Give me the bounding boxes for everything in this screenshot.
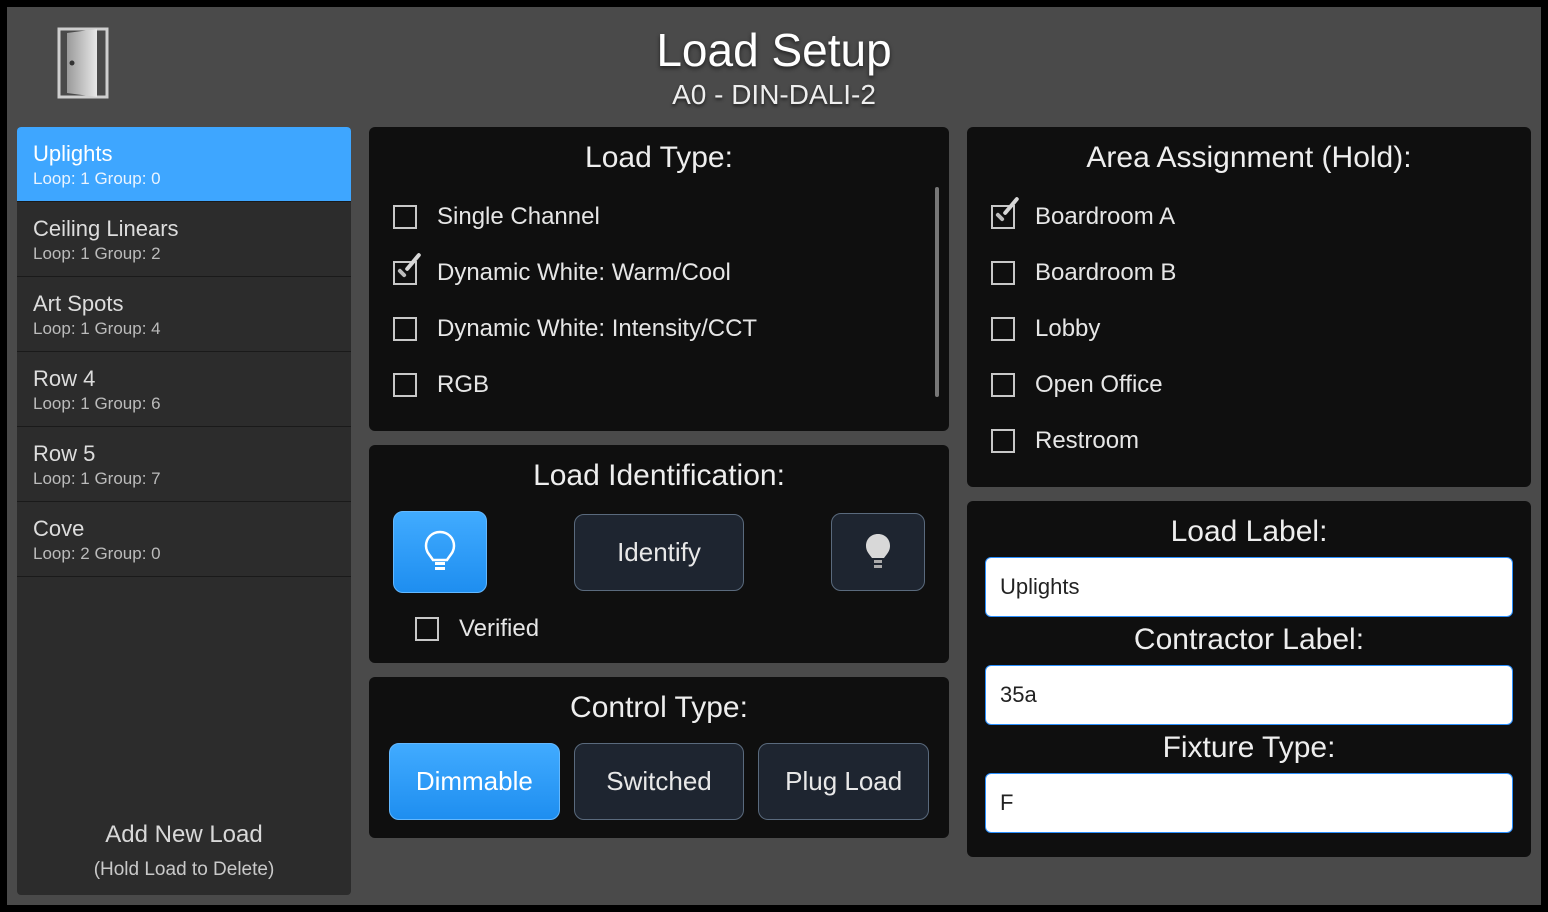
area-option-label: Open Office <box>1035 371 1163 399</box>
area-option-label: Boardroom A <box>1035 203 1175 231</box>
load-item-name: Cove <box>33 516 335 542</box>
fixture-type-title: Fixture Type: <box>985 731 1513 765</box>
add-new-load-button[interactable]: Add New Load <box>27 821 341 849</box>
contractor-label-input[interactable] <box>985 665 1513 725</box>
load-type-option-label: Dynamic White: Intensity/CCT <box>437 315 757 343</box>
door-exit-icon <box>57 27 109 99</box>
load-item-name: Uplights <box>33 141 335 167</box>
load-type-option-label: Single Channel <box>437 203 600 231</box>
area-option[interactable]: Restroom <box>985 413 1513 469</box>
load-type-option[interactable]: RGB <box>387 357 931 413</box>
load-list-item[interactable]: Art SpotsLoop: 1 Group: 4 <box>17 277 351 352</box>
fixture-type-input[interactable] <box>985 773 1513 833</box>
control-type-title: Control Type: <box>387 691 931 725</box>
control-type-panel: Control Type: Dimmable Switched Plug Load <box>369 677 949 838</box>
load-type-option-label: RGB <box>437 371 489 399</box>
control-type-button-label: Dimmable <box>416 766 533 797</box>
exit-button[interactable] <box>57 27 109 99</box>
load-type-checkbox[interactable] <box>393 205 417 229</box>
area-assignment-panel: Area Assignment (Hold): Boardroom A Board… <box>967 127 1531 487</box>
load-type-option[interactable]: Dynamic White: Warm/Cool <box>387 245 931 301</box>
load-identification-title: Load Identification: <box>387 459 931 493</box>
load-item-name: Row 5 <box>33 441 335 467</box>
load-list-item[interactable]: Ceiling LinearsLoop: 1 Group: 2 <box>17 202 351 277</box>
area-option-label: Lobby <box>1035 315 1100 343</box>
area-option-label: Boardroom B <box>1035 259 1176 287</box>
control-type-button-label: Plug Load <box>785 766 902 797</box>
load-identification-panel: Load Identification: Identify <box>369 445 949 663</box>
labels-panel: Load Label: Contractor Label: Fixture Ty… <box>967 501 1531 857</box>
load-type-option[interactable]: Single Channel <box>387 189 931 245</box>
contractor-label-title: Contractor Label: <box>985 623 1513 657</box>
area-option[interactable]: Open Office <box>985 357 1513 413</box>
load-list-item[interactable]: Row 5Loop: 1 Group: 7 <box>17 427 351 502</box>
bulb-on-icon <box>422 530 458 574</box>
load-item-name: Art Spots <box>33 291 335 317</box>
area-option[interactable]: Lobby <box>985 301 1513 357</box>
verified-checkbox-row[interactable]: Verified <box>387 603 931 645</box>
area-checkbox[interactable] <box>991 317 1015 341</box>
area-checkbox[interactable] <box>991 205 1015 229</box>
load-type-option-label: Dynamic White: Warm/Cool <box>437 259 731 287</box>
page-subtitle: A0 - DIN-DALI-2 <box>672 79 876 111</box>
area-option[interactable]: Boardroom B <box>985 245 1513 301</box>
area-option[interactable]: Boardroom A <box>985 189 1513 245</box>
identify-button[interactable]: Identify <box>574 514 744 591</box>
area-assignment-title: Area Assignment (Hold): <box>985 141 1513 175</box>
load-item-meta: Loop: 1 Group: 6 <box>33 394 335 414</box>
verified-checkbox[interactable] <box>415 617 439 641</box>
load-item-meta: Loop: 1 Group: 4 <box>33 319 335 339</box>
load-type-scrollbar[interactable] <box>935 187 939 397</box>
load-item-name: Row 4 <box>33 366 335 392</box>
identify-off-button[interactable] <box>831 513 925 591</box>
verified-label: Verified <box>459 615 539 643</box>
load-item-meta: Loop: 1 Group: 0 <box>33 169 335 189</box>
load-type-checkbox[interactable] <box>393 373 417 397</box>
identify-button-label: Identify <box>617 537 701 568</box>
load-list-item[interactable]: Row 4Loop: 1 Group: 6 <box>17 352 351 427</box>
load-type-checkbox[interactable] <box>393 261 417 285</box>
load-type-checkbox[interactable] <box>393 317 417 341</box>
control-type-button[interactable]: Plug Load <box>758 743 929 820</box>
area-checkbox[interactable] <box>991 373 1015 397</box>
load-label-title: Load Label: <box>985 515 1513 549</box>
page-title: Load Setup <box>656 23 891 77</box>
load-list-sidebar: UplightsLoop: 1 Group: 0Ceiling LinearsL… <box>17 127 351 895</box>
load-item-meta: Loop: 1 Group: 2 <box>33 244 335 264</box>
identify-on-button[interactable] <box>393 511 487 593</box>
bulb-off-icon <box>862 532 894 572</box>
load-list-item[interactable]: CoveLoop: 2 Group: 0 <box>17 502 351 577</box>
area-checkbox[interactable] <box>991 261 1015 285</box>
load-item-meta: Loop: 2 Group: 0 <box>33 544 335 564</box>
load-type-panel: Load Type: Single Channel Dynamic White: … <box>369 127 949 431</box>
control-type-button-label: Switched <box>606 766 712 797</box>
delete-hint: (Hold Load to Delete) <box>27 859 341 881</box>
area-option-label: Restroom <box>1035 427 1139 455</box>
load-type-option[interactable]: Dynamic White: Intensity/CCT <box>387 301 931 357</box>
load-type-title: Load Type: <box>387 141 931 175</box>
load-list-item[interactable]: UplightsLoop: 1 Group: 0 <box>17 127 351 202</box>
area-checkbox[interactable] <box>991 429 1015 453</box>
control-type-button[interactable]: Dimmable <box>389 743 560 820</box>
load-item-meta: Loop: 1 Group: 7 <box>33 469 335 489</box>
load-label-input[interactable] <box>985 557 1513 617</box>
load-item-name: Ceiling Linears <box>33 216 335 242</box>
control-type-button[interactable]: Switched <box>574 743 745 820</box>
